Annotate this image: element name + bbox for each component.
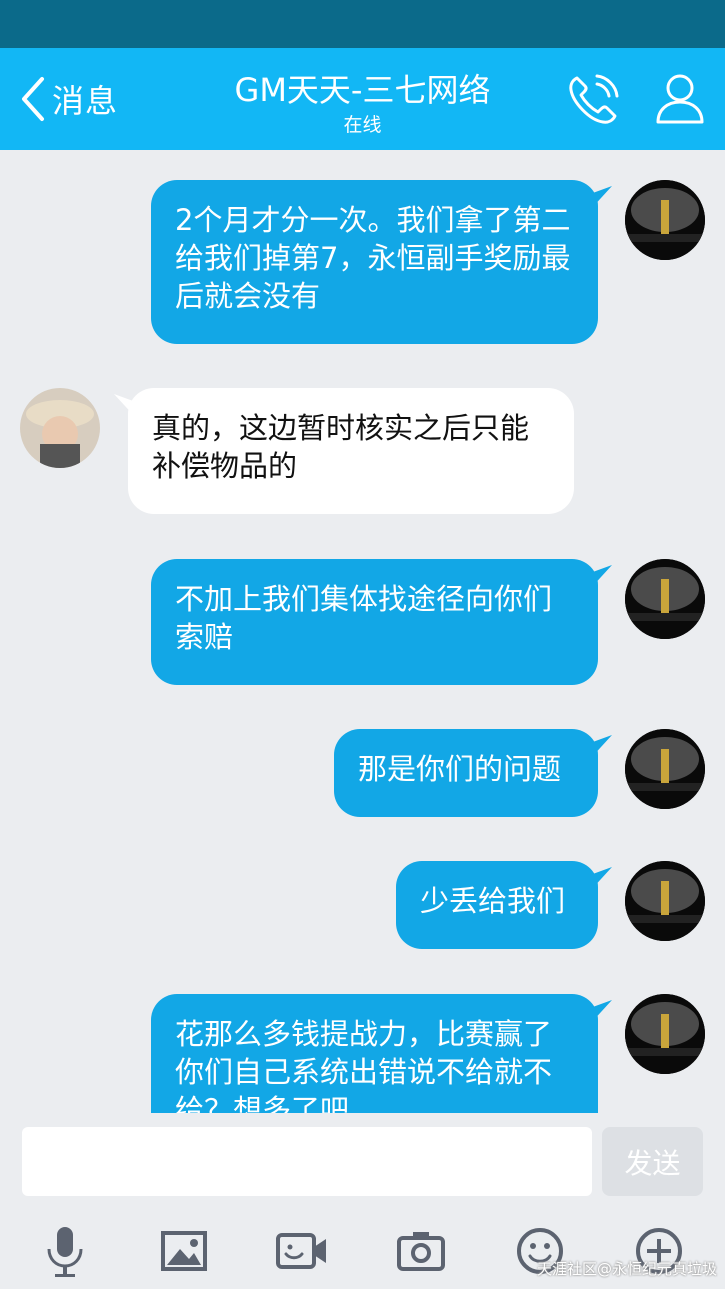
video-button[interactable] bbox=[272, 1221, 332, 1281]
image-icon bbox=[161, 1231, 207, 1271]
message-input[interactable] bbox=[22, 1127, 592, 1196]
chevron-left-icon bbox=[22, 77, 44, 121]
online-status: 在线 bbox=[343, 114, 382, 136]
camera-icon bbox=[397, 1232, 445, 1271]
microphone-icon bbox=[47, 1227, 83, 1277]
contact-avatar[interactable] bbox=[20, 388, 100, 468]
avatar-image bbox=[625, 729, 705, 809]
profile-button[interactable] bbox=[650, 70, 710, 130]
avatar-image bbox=[625, 180, 705, 260]
chat-header: 消息 GM天天-三七网络 在线 bbox=[0, 48, 725, 150]
call-button[interactable] bbox=[563, 70, 623, 130]
voice-button[interactable] bbox=[35, 1221, 95, 1281]
my-avatar[interactable] bbox=[625, 559, 705, 639]
page-title: GM天天-三七网络 bbox=[234, 71, 491, 109]
person-icon bbox=[656, 74, 704, 124]
avatar-image bbox=[625, 994, 705, 1074]
camera-button[interactable] bbox=[391, 1221, 451, 1281]
back-button[interactable]: 消息 bbox=[18, 74, 118, 124]
my-avatar[interactable] bbox=[625, 180, 705, 260]
phone-icon bbox=[569, 74, 619, 124]
outgoing-message[interactable]: 少丢给我们 bbox=[396, 861, 598, 949]
outgoing-message[interactable]: 那是你们的问题 bbox=[334, 729, 598, 817]
my-avatar[interactable] bbox=[625, 861, 705, 941]
watermark: 天涯社区@永恒纪元真垃圾 bbox=[536, 1260, 717, 1278]
avatar-image bbox=[625, 559, 705, 639]
outgoing-message[interactable]: 2个月才分一次。我们拿了第二给我们掉第7，永恒副手奖励最后就会没有 bbox=[151, 180, 598, 344]
photo-button[interactable] bbox=[154, 1221, 214, 1281]
outgoing-message[interactable]: 不加上我们集体找途径向你们索赔 bbox=[151, 559, 598, 685]
send-button[interactable]: 发送 bbox=[602, 1127, 703, 1196]
my-avatar[interactable] bbox=[625, 994, 705, 1074]
contact-title: GM天天-三七网络 在线 bbox=[180, 68, 545, 138]
incoming-message[interactable]: 真的，这边暂时核实之后只能补偿物品的 bbox=[128, 388, 574, 514]
video-call-icon bbox=[276, 1233, 326, 1269]
message-list[interactable]: 2个月才分一次。我们拿了第二给我们掉第7，永恒副手奖励最后就会没有 真的，这边暂… bbox=[0, 150, 725, 1113]
composer: 发送 天涯社区@永恒纪元真垃圾 bbox=[0, 1113, 725, 1289]
status-bar bbox=[0, 0, 725, 48]
avatar-image bbox=[20, 388, 100, 468]
outgoing-message[interactable]: 花那么多钱提战力，比赛赢了你们自己系统出错说不给就不给？想多了吧 bbox=[151, 994, 598, 1113]
avatar-image bbox=[625, 861, 705, 941]
my-avatar[interactable] bbox=[625, 729, 705, 809]
back-label: 消息 bbox=[52, 82, 119, 120]
